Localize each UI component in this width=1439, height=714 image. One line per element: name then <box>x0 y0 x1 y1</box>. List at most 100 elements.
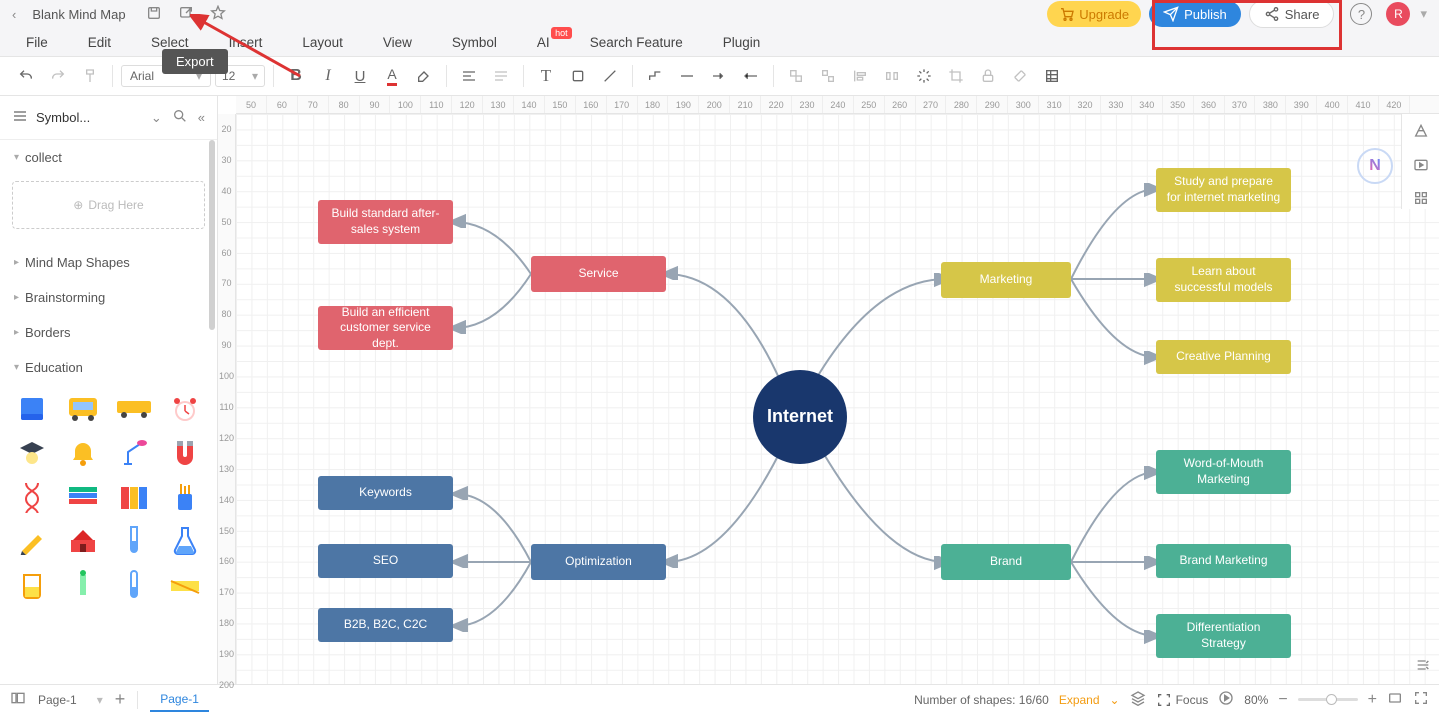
menu-ai[interactable]: AI hot <box>537 35 550 50</box>
outline-toggle-icon[interactable] <box>1415 657 1431 676</box>
node-marketing-child-1[interactable]: Study and prepare for internet marketing <box>1156 168 1291 212</box>
node-brand[interactable]: Brand <box>941 544 1071 580</box>
zoom-out-button[interactable]: − <box>1278 691 1287 709</box>
italic-button[interactable]: I <box>314 62 342 90</box>
category-mindmap-shapes[interactable]: ▸Mind Map Shapes <box>0 245 217 280</box>
node-service[interactable]: Service <box>531 256 666 292</box>
table-button[interactable] <box>1038 62 1066 90</box>
ungroup-button[interactable] <box>814 62 842 90</box>
menu-symbol[interactable]: Symbol <box>452 35 497 50</box>
arrow-end-button[interactable] <box>737 62 765 90</box>
expand-link[interactable]: Expand <box>1059 693 1100 707</box>
line-tool-button[interactable] <box>596 62 624 90</box>
node-marketing-child-2[interactable]: Learn about successful models <box>1156 258 1291 302</box>
fit-screen-icon[interactable] <box>1387 690 1403 709</box>
avatar-menu-chevron[interactable]: ▾ <box>1420 6 1427 22</box>
zoom-level[interactable]: 80% <box>1244 693 1268 707</box>
align-vertical-button[interactable] <box>487 62 515 90</box>
shape-book-icon[interactable] <box>8 389 55 429</box>
shape-ruler-icon[interactable] <box>162 565 209 605</box>
category-education[interactable]: ▾Education <box>0 350 217 385</box>
shape-bus-front-icon[interactable] <box>59 389 106 429</box>
page-select[interactable]: Page-1▾ <box>38 693 103 707</box>
shape-dropper-icon[interactable] <box>59 565 106 605</box>
node-internet[interactable]: Internet <box>753 370 847 464</box>
fullscreen-icon[interactable] <box>1413 690 1429 709</box>
right-panel-style-icon[interactable] <box>1413 124 1429 143</box>
node-marketing-child-3[interactable]: Creative Planning <box>1156 340 1291 374</box>
underline-button[interactable]: U <box>346 62 374 90</box>
zoom-slider[interactable] <box>1298 698 1358 701</box>
node-opt-child-3[interactable]: B2B, B2C, C2C <box>318 608 453 642</box>
menu-edit[interactable]: Edit <box>88 35 111 50</box>
shape-pencilcup-icon[interactable] <box>162 477 209 517</box>
focus-button[interactable]: Focus <box>1156 692 1209 708</box>
upgrade-button[interactable]: Upgrade <box>1047 1 1141 27</box>
menu-layout[interactable]: Layout <box>302 35 343 50</box>
right-panel-play-icon[interactable] <box>1413 157 1429 176</box>
shape-school-icon[interactable] <box>59 521 106 561</box>
back-button[interactable]: ‹ <box>12 7 16 22</box>
ai-orb-icon[interactable]: N <box>1357 148 1393 184</box>
crop-button[interactable] <box>942 62 970 90</box>
line-style-button[interactable] <box>673 62 701 90</box>
node-opt-child-2[interactable]: SEO <box>318 544 453 578</box>
shape-dna-icon[interactable] <box>8 477 55 517</box>
text-tool-button[interactable]: T <box>532 62 560 90</box>
right-panel-grid-icon[interactable] <box>1413 190 1429 209</box>
undo-button[interactable] <box>12 62 40 90</box>
effects-button[interactable] <box>910 62 938 90</box>
node-service-child-2[interactable]: Build an efficient customer service dept… <box>318 306 453 350</box>
zoom-in-button[interactable]: + <box>1368 691 1377 709</box>
drag-drop-zone[interactable]: ⊕ Drag Here <box>12 181 205 229</box>
lock-button[interactable] <box>974 62 1002 90</box>
group-button[interactable] <box>782 62 810 90</box>
menu-file[interactable]: File <box>26 35 48 50</box>
avatar[interactable]: R <box>1386 2 1410 26</box>
menu-plugin[interactable]: Plugin <box>723 35 761 50</box>
shape-flask-icon[interactable] <box>162 521 209 561</box>
page-tab[interactable]: Page-1 <box>150 688 209 712</box>
shape-clock-icon[interactable] <box>162 389 209 429</box>
align-tools-button[interactable] <box>846 62 874 90</box>
node-service-child-1[interactable]: Build standard after-sales system <box>318 200 453 244</box>
shape-magnet-icon[interactable] <box>162 433 209 473</box>
sidebar-expand-icon[interactable]: ⌄ <box>151 110 162 126</box>
pages-panel-icon[interactable] <box>10 690 26 709</box>
menu-search-feature[interactable]: Search Feature <box>590 35 683 50</box>
save-icon[interactable] <box>146 5 162 24</box>
format-painter-button[interactable] <box>76 62 104 90</box>
layers-icon[interactable] <box>1130 690 1146 709</box>
shape-folders-icon[interactable] <box>111 477 158 517</box>
star-icon[interactable] <box>210 5 226 24</box>
menu-view[interactable]: View <box>383 35 412 50</box>
menu-select[interactable]: Select <box>151 35 189 50</box>
shape-lamp-icon[interactable] <box>111 433 158 473</box>
category-borders[interactable]: ▸Borders <box>0 315 217 350</box>
shape-bell-icon[interactable] <box>59 433 106 473</box>
fill-color-button[interactable] <box>564 62 592 90</box>
publish-button[interactable]: Publish <box>1149 1 1241 27</box>
node-optimization[interactable]: Optimization <box>531 544 666 580</box>
share-button[interactable]: Share <box>1249 0 1335 28</box>
sidebar-collapse-icon[interactable]: « <box>198 110 205 125</box>
menu-insert[interactable]: Insert <box>229 35 263 50</box>
bold-button[interactable]: B <box>282 62 310 90</box>
expand-chevron-icon[interactable]: ⌄ <box>1110 693 1120 707</box>
align-left-button[interactable] <box>455 62 483 90</box>
shape-graduate-icon[interactable] <box>8 433 55 473</box>
distribute-button[interactable] <box>878 62 906 90</box>
arrow-start-button[interactable] <box>705 62 733 90</box>
redo-button[interactable] <box>44 62 72 90</box>
node-opt-child-1[interactable]: Keywords <box>318 476 453 510</box>
highlight-button[interactable] <box>410 62 438 90</box>
node-brand-child-1[interactable]: Word-of-Mouth Marketing <box>1156 450 1291 494</box>
font-color-button[interactable]: A <box>378 62 406 90</box>
category-brainstorming[interactable]: ▸Brainstorming <box>0 280 217 315</box>
shape-pencil-icon[interactable] <box>8 521 55 561</box>
shape-beaker-icon[interactable] <box>8 565 55 605</box>
export-icon[interactable] <box>178 5 194 24</box>
shape-books-icon[interactable] <box>59 477 106 517</box>
settings-tools-button[interactable] <box>1006 62 1034 90</box>
connector-style-button[interactable] <box>641 62 669 90</box>
